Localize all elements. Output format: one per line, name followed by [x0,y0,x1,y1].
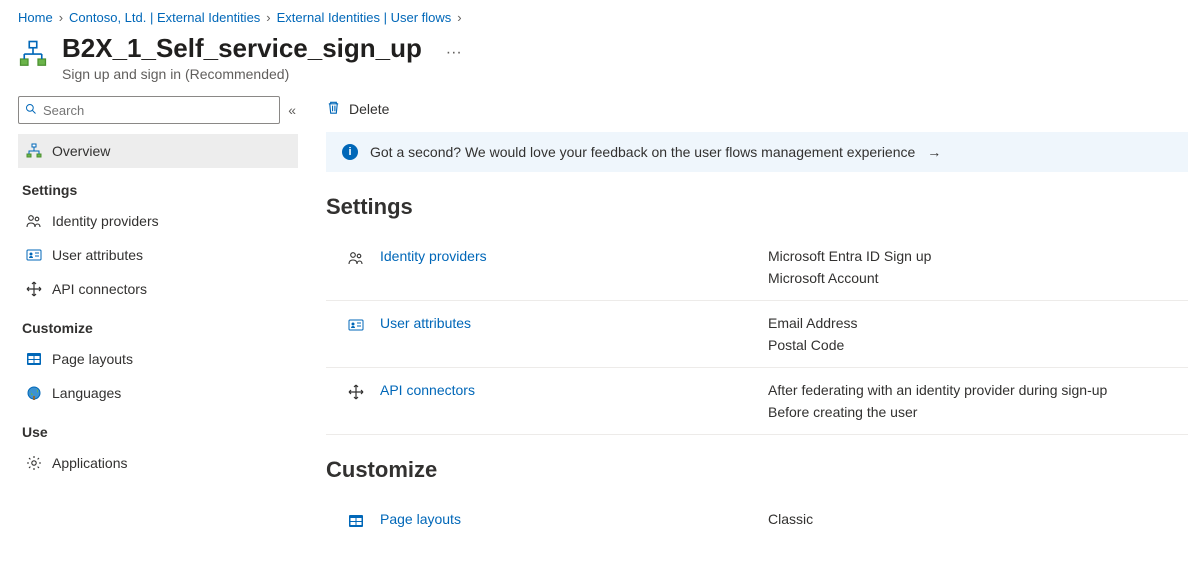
search-input-wrapper[interactable] [18,96,280,124]
hierarchy-icon [26,143,42,159]
sidebar-item-user-attributes[interactable]: User attributes [18,238,298,272]
link-page-layouts[interactable]: Page layouts [380,511,461,527]
page-title: B2X_1_Self_service_sign_up [62,33,422,64]
page-header: B2X_1_Self_service_sign_up ··· Sign up a… [0,29,1200,96]
ua-value-1: Email Address [768,315,1188,331]
sidebar-item-label: API connectors [52,281,147,297]
info-icon: i [342,144,358,160]
link-api-connectors[interactable]: API connectors [380,382,475,398]
move-arrows-icon [348,384,364,400]
link-identity-providers[interactable]: Identity providers [380,248,487,264]
chevron-right-icon: › [457,10,461,25]
sidebar-item-applications[interactable]: Applications [18,446,298,480]
delete-button[interactable]: Delete [326,100,389,118]
idp-value-1: Microsoft Entra ID Sign up [768,248,1188,264]
chevron-right-icon: › [266,10,270,25]
breadcrumb-tenant[interactable]: Contoso, Ltd. | External Identities [69,10,260,25]
sidebar-item-overview[interactable]: Overview [18,134,298,168]
user-flow-icon [18,39,48,69]
people-icon [26,213,42,229]
feedback-banner[interactable]: i Got a second? We would love your feedb… [326,132,1188,172]
search-icon [25,102,37,118]
sidebar-item-api-connectors[interactable]: API connectors [18,272,298,306]
gear-icon [26,455,42,471]
sidebar-group-use: Use [22,424,298,440]
chevron-right-icon: › [59,10,63,25]
globe-icon [26,385,42,401]
breadcrumb-userflows[interactable]: External Identities | User flows [277,10,452,25]
sidebar-item-label: Languages [52,385,121,401]
section-title-customize: Customize [326,457,1188,483]
page-subtitle: Sign up and sign in (Recommended) [62,66,462,82]
sidebar-group-customize: Customize [22,320,298,336]
settings-row-idp: Identity providers Microsoft Entra ID Si… [326,234,1188,301]
layout-icon [348,513,364,529]
breadcrumb: Home › Contoso, Ltd. | External Identiti… [0,0,1200,29]
breadcrumb-home[interactable]: Home [18,10,53,25]
sidebar-item-languages[interactable]: Languages [18,376,298,410]
command-bar: Delete [326,96,1188,132]
trash-icon [326,100,341,118]
section-title-settings: Settings [326,194,1188,220]
layout-icon [26,351,42,367]
id-card-icon [26,247,42,263]
move-arrows-icon [26,281,42,297]
ua-value-2: Postal Code [768,337,1188,353]
sidebar-item-label: Identity providers [52,213,159,229]
sidebar-item-label: Applications [52,455,128,471]
settings-row-page-layouts: Page layouts Classic [326,497,1188,543]
sidebar-group-settings: Settings [22,182,298,198]
link-user-attributes[interactable]: User attributes [380,315,471,331]
delete-label: Delete [349,101,389,117]
feedback-text: Got a second? We would love your feedbac… [370,144,915,160]
main-content: Delete i Got a second? We would love you… [306,96,1200,543]
idp-value-2: Microsoft Account [768,270,1188,286]
settings-row-api-connectors: API connectors After federating with an … [326,368,1188,435]
sidebar: « Overview Settings Identity providers U… [18,96,306,480]
id-card-icon [348,317,364,333]
sidebar-item-identity-providers[interactable]: Identity providers [18,204,298,238]
people-icon [348,250,364,266]
api-value-2: Before creating the user [768,404,1188,420]
sidebar-item-label: User attributes [52,247,143,263]
collapse-sidebar-button[interactable]: « [286,98,298,122]
sidebar-item-label: Page layouts [52,351,133,367]
more-actions-button[interactable]: ··· [446,44,462,61]
search-input[interactable] [43,103,273,118]
settings-row-user-attributes: User attributes Email Address Postal Cod… [326,301,1188,368]
sidebar-item-page-layouts[interactable]: Page layouts [18,342,298,376]
api-value-1: After federating with an identity provid… [768,382,1188,398]
sidebar-item-label: Overview [52,143,110,159]
arrow-right-icon: → [927,144,941,160]
layout-value-1: Classic [768,511,1188,527]
